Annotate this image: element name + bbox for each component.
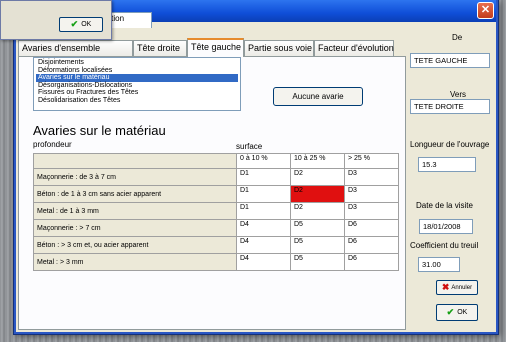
grid-cell[interactable]: D5 bbox=[290, 219, 345, 237]
grid-cell[interactable]: D2 bbox=[290, 202, 345, 220]
vers-label: Vers bbox=[450, 90, 467, 99]
tab-avaries-ensemble[interactable]: Avaries d'ensemble bbox=[18, 40, 133, 56]
row-label: Metal : > 3 mm bbox=[33, 253, 237, 271]
tab-partie-sous-voie[interactable]: Partie sous voie bbox=[244, 40, 314, 56]
table-row: Metal : de 1 à 3 mm D1 D2 D3 bbox=[33, 202, 399, 220]
grid-cell[interactable]: D6 bbox=[344, 219, 399, 237]
grid-cell[interactable]: D5 bbox=[290, 253, 345, 271]
profondeur-label: profondeur bbox=[33, 140, 72, 149]
cancel-x-icon: ✖ bbox=[441, 282, 450, 292]
list-item[interactable]: Déformations localisées bbox=[36, 67, 238, 75]
tab-strip: Avaries d'ensemble Tête droite Tête gauc… bbox=[18, 38, 394, 57]
close-icon: ✕ bbox=[480, 4, 491, 16]
row-label: Béton : > 3 cm et, ou acier apparent bbox=[33, 236, 237, 254]
section-title: Avaries sur le matériau bbox=[33, 123, 166, 138]
coef-label: Coefficient du treuil bbox=[410, 241, 479, 250]
grid-cell-selected[interactable]: D2 bbox=[290, 185, 345, 203]
grid-cell[interactable]: D4 bbox=[236, 253, 291, 271]
popup-ok-label: OK bbox=[81, 21, 92, 28]
grid-header: 0 à 10 % bbox=[236, 153, 291, 169]
table-row: Maçonnerie : de 3 à 7 cm D1 D2 D3 bbox=[33, 168, 399, 186]
aucune-avarie-button[interactable]: Aucune avarie bbox=[273, 87, 363, 106]
grid-cell[interactable]: D1 bbox=[236, 202, 291, 220]
grid-cell[interactable]: D4 bbox=[236, 236, 291, 254]
grid-cell[interactable]: D6 bbox=[344, 236, 399, 254]
longueur-label: Longueur de l'ouvrage bbox=[410, 140, 490, 149]
annuler-label: Annuler bbox=[451, 284, 473, 291]
grid-cell[interactable]: D1 bbox=[236, 185, 291, 203]
row-label: Maçonnerie : de 3 à 7 cm bbox=[33, 168, 237, 186]
table-row: Metal : > 3 mm D4 D5 D6 bbox=[33, 253, 399, 271]
grid-cell[interactable]: D3 bbox=[344, 185, 399, 203]
de-field[interactable]: TETE GAUCHE bbox=[410, 53, 490, 68]
ok-popup: ✔ OK bbox=[0, 0, 112, 40]
row-label: Maçonnerie : > 7 cm bbox=[33, 219, 237, 237]
tab-tete-gauche[interactable]: Tête gauche bbox=[187, 38, 244, 57]
row-label: Béton : de 1 à 3 cm sans acier apparent bbox=[33, 185, 237, 203]
grid-corner bbox=[33, 153, 237, 169]
grid-cell[interactable]: D3 bbox=[344, 168, 399, 186]
coef-field[interactable]: 31.00 bbox=[418, 257, 460, 272]
table-row: Béton : > 3 cm et, ou acier apparent D4 … bbox=[33, 236, 399, 254]
longueur-field[interactable]: 15.3 bbox=[418, 157, 476, 172]
ok-button[interactable]: ✔ OK bbox=[436, 304, 478, 321]
grid-cell[interactable]: D6 bbox=[344, 253, 399, 271]
list-item-selected[interactable]: Avaries sur le matériau bbox=[36, 74, 238, 82]
tab-tete-droite[interactable]: Tête droite bbox=[133, 40, 187, 56]
table-row: Maçonnerie : > 7 cm D4 D5 D6 bbox=[33, 219, 399, 237]
list-item[interactable]: Désorganisations-Dislocations bbox=[36, 82, 238, 90]
grid-cell[interactable]: D3 bbox=[344, 202, 399, 220]
date-field[interactable]: 18/01/2008 bbox=[419, 219, 473, 234]
grid-cell[interactable]: D4 bbox=[236, 219, 291, 237]
table-row: Béton : de 1 à 3 cm sans acier apparent … bbox=[33, 185, 399, 203]
popup-ok-button[interactable]: ✔ OK bbox=[59, 17, 103, 32]
grid-header: > 25 % bbox=[344, 153, 399, 169]
vers-field[interactable]: TETE DROITE bbox=[410, 99, 490, 114]
tab-facteur-evolution[interactable]: Facteur d'évolution bbox=[314, 40, 394, 56]
list-item[interactable]: Disjointements bbox=[36, 59, 238, 67]
date-label: Date de la visite bbox=[416, 201, 473, 210]
de-label: De bbox=[452, 33, 463, 42]
avaries-window: ge ✕ otation Avaries d'ensemble Tête dro… bbox=[14, 0, 498, 334]
close-button[interactable]: ✕ bbox=[477, 2, 494, 19]
avaries-list[interactable]: Disjointements Déformations localisées A… bbox=[33, 57, 241, 111]
grid-cell[interactable]: D1 bbox=[236, 168, 291, 186]
ok-label: OK bbox=[457, 309, 468, 316]
list-item[interactable]: Fissures ou Fractures des Têtes bbox=[36, 89, 238, 97]
grid-header-row: 0 à 10 % 10 à 25 % > 25 % bbox=[33, 153, 399, 169]
avaries-grid: 0 à 10 % 10 à 25 % > 25 % Maçonnerie : d… bbox=[33, 153, 399, 271]
check-icon: ✔ bbox=[70, 19, 79, 29]
check-icon: ✔ bbox=[446, 307, 455, 317]
annuler-button[interactable]: ✖ Annuler bbox=[436, 280, 478, 295]
list-item[interactable]: Désolidarisation des Têtes bbox=[36, 97, 238, 105]
grid-header: 10 à 25 % bbox=[290, 153, 345, 169]
grid-cell[interactable]: D2 bbox=[290, 168, 345, 186]
tab-panel: Disjointements Déformations localisées A… bbox=[18, 56, 406, 330]
row-label: Metal : de 1 à 3 mm bbox=[33, 202, 237, 220]
grid-cell[interactable]: D5 bbox=[290, 236, 345, 254]
surface-label: surface bbox=[236, 142, 263, 151]
